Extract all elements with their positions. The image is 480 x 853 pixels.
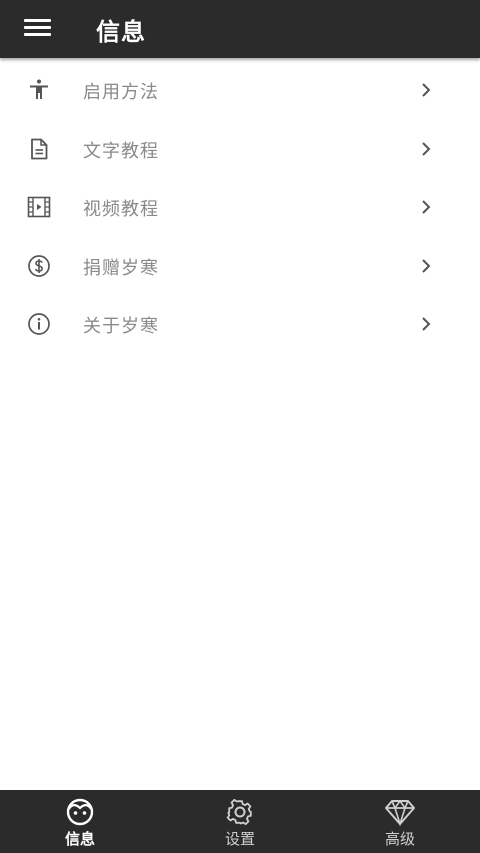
list-item-enable-method[interactable]: 启用方法: [0, 61, 480, 120]
video-film-icon: [27, 196, 51, 218]
list-item-video-tutorial[interactable]: 视频教程: [0, 178, 480, 237]
nav-tab-label: 设置: [224, 830, 255, 848]
dollar-coin-icon: [28, 254, 50, 277]
list-item-label: 启用方法: [83, 82, 159, 103]
list-item-donate[interactable]: 捐赠岁寒: [0, 237, 480, 296]
top-app-bar: 信息: [0, 0, 480, 58]
chevron-right-icon: [422, 83, 431, 97]
nav-tab-advanced[interactable]: 高级: [320, 790, 480, 853]
accessibility-icon: [30, 79, 48, 99]
bottom-navigation-bar: 信息 设置 高级: [0, 790, 480, 853]
list-item-label: 视频教程: [83, 199, 159, 221]
face-icon: [66, 798, 94, 826]
list-item-label: 文字教程: [83, 140, 159, 162]
chevron-right-icon: [422, 141, 431, 156]
diamond-icon: [385, 799, 415, 826]
list-item-label: 捐赠岁寒: [83, 257, 159, 279]
hamburger-menu-icon[interactable]: [24, 17, 51, 39]
nav-tab-label: 信息: [64, 830, 95, 848]
list-item-text-tutorial[interactable]: 文字教程: [0, 120, 480, 179]
info-menu-list: 启用方法 文字教程 视频教程 捐赠岁寒 关于岁寒: [0, 61, 480, 354]
app-root: 信息 启用方法 文字教程 视频教程 捐赠岁寒 关于岁寒 信息 设置 高级: [0, 0, 480, 853]
page-title: 信息: [96, 18, 146, 46]
document-icon: [31, 138, 48, 159]
chevron-right-icon: [422, 259, 431, 273]
chevron-right-icon: [422, 317, 431, 332]
gear-icon: [226, 798, 252, 826]
nav-tab-info[interactable]: 信息: [0, 790, 160, 853]
list-item-label: 关于岁寒: [83, 316, 159, 338]
list-item-about[interactable]: 关于岁寒: [0, 295, 480, 354]
nav-tab-settings[interactable]: 设置: [160, 790, 320, 853]
nav-tab-label: 高级: [384, 830, 415, 848]
info-icon: [28, 313, 50, 336]
chevron-right-icon: [422, 200, 431, 214]
